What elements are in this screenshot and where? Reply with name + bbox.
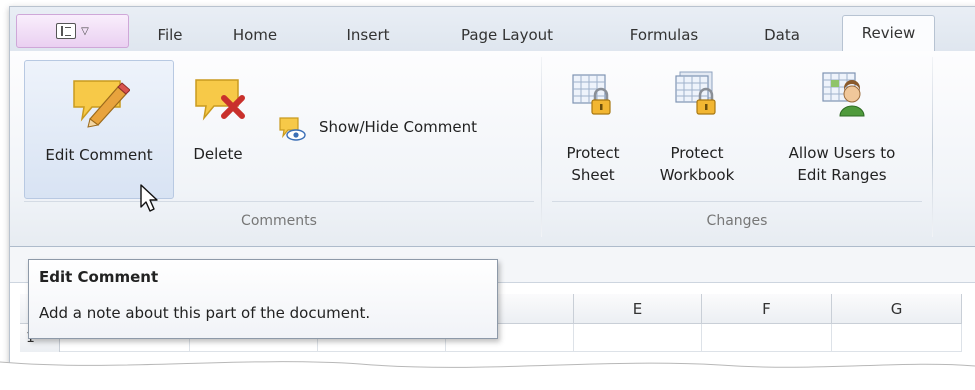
tab-data[interactable]: Data	[752, 19, 812, 51]
protect-workbook-icon	[675, 71, 716, 115]
cell[interactable]	[702, 324, 832, 352]
cell[interactable]	[574, 324, 702, 352]
chevron-down-icon: ▽	[81, 25, 89, 37]
show-hide-comment-button[interactable]: Show/Hide Comment	[274, 113, 536, 143]
allow-users-edit-ranges-button[interactable]: Allow Users to Edit Ranges	[762, 60, 922, 197]
tab-home[interactable]: Home	[220, 19, 290, 51]
allow-users-line2: Edit Ranges	[797, 166, 887, 184]
torn-edge-decoration	[0, 361, 975, 390]
app-menu-button[interactable]: ▽	[16, 14, 129, 48]
column-header-g[interactable]: G	[832, 294, 962, 324]
ribbon-tab-bar: ▽ File Home Insert Page Layout Formulas …	[10, 7, 975, 53]
tab-file[interactable]: File	[144, 19, 196, 51]
tab-insert[interactable]: Insert	[334, 19, 402, 51]
protect-sheet-line1: Protect	[566, 144, 620, 162]
delete-label: Delete	[193, 145, 243, 163]
edit-comment-label: Edit Comment	[45, 146, 153, 164]
delete-comment-button[interactable]: Delete	[182, 60, 254, 197]
group-separator	[932, 57, 933, 237]
protect-sheet-icon	[572, 74, 611, 115]
cell[interactable]	[832, 324, 962, 352]
allow-users-edit-ranges-icon	[822, 72, 865, 117]
changes-group-divider	[552, 201, 922, 202]
protect-workbook-line1: Protect	[670, 144, 724, 162]
ribbon-review-panel: Edit Comment Delete Show/Hide Comment Co…	[10, 51, 975, 247]
edit-comment-icon	[73, 80, 130, 128]
mouse-pointer-icon	[140, 184, 158, 212]
edit-comment-button[interactable]: Edit Comment	[24, 60, 174, 199]
comments-group-label: Comments	[241, 213, 317, 229]
column-header-f[interactable]: F	[702, 294, 832, 324]
app-menu-icon	[56, 23, 77, 39]
group-separator	[541, 57, 542, 237]
protect-sheet-button[interactable]: Protect Sheet	[552, 60, 634, 197]
protect-workbook-button[interactable]: Protect Workbook	[646, 60, 748, 197]
show-hide-comment-label: Show/Hide Comment	[319, 118, 477, 136]
column-header-e[interactable]: E	[574, 294, 702, 324]
tab-review[interactable]: Review	[842, 15, 935, 53]
allow-users-line1: Allow Users to	[788, 144, 896, 162]
protect-workbook-line2: Workbook	[659, 166, 735, 184]
tab-formulas[interactable]: Formulas	[618, 19, 710, 51]
protect-sheet-line2: Sheet	[571, 166, 615, 184]
spreadsheet-window: ▽ File Home Insert Page Layout Formulas …	[9, 6, 975, 380]
show-hide-comment-icon	[279, 117, 306, 141]
edit-comment-tooltip: Edit Comment Add a note about this part …	[28, 259, 498, 339]
tooltip-title: Edit Comment	[39, 268, 159, 286]
delete-comment-icon	[195, 79, 245, 121]
comments-group-divider	[24, 201, 534, 202]
tab-page-layout[interactable]: Page Layout	[442, 19, 572, 51]
changes-group-label: Changes	[706, 213, 768, 229]
tooltip-description: Add a note about this part of the docume…	[39, 304, 371, 322]
